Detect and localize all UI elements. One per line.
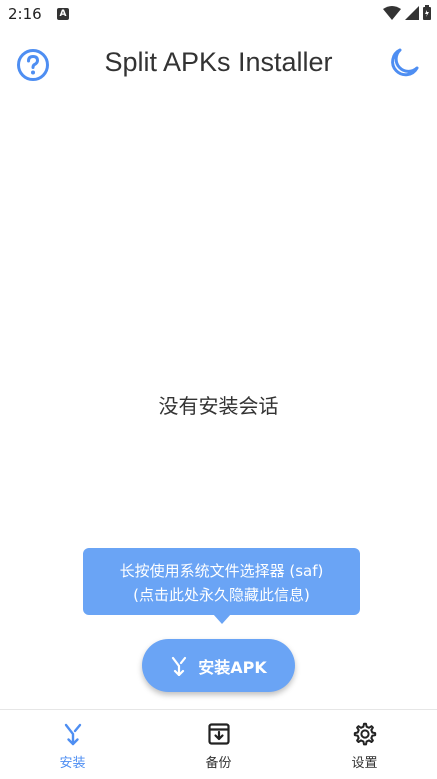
notification-icon: A: [57, 8, 69, 20]
status-time: 2:16: [8, 5, 42, 23]
bottom-nav: 安装 备份 设置: [0, 709, 437, 779]
status-bar: 2:16 A: [0, 0, 437, 30]
page-title: Split APKs Installer: [104, 47, 333, 77]
archive-icon: [207, 723, 230, 745]
app-bar: Split APKs Installer: [0, 38, 437, 90]
battery-icon: [423, 5, 431, 20]
nav-label-settings: 设置: [351, 756, 378, 771]
split-arrow-icon: [172, 656, 187, 676]
nav-label-backup: 备份: [205, 756, 232, 771]
wifi-icon: [383, 5, 401, 20]
tooltip-line-1: 长按使用系统文件选择器 (saf): [119, 562, 324, 580]
nav-label-install: 安装: [59, 756, 86, 771]
tooltip-arrow: [213, 614, 231, 624]
gear-icon: [353, 722, 376, 746]
install-apk-button[interactable]: 安装APK: [142, 639, 295, 692]
nav-item-backup[interactable]: 备份: [146, 710, 291, 779]
status-indicators: [383, 5, 431, 20]
moon-icon[interactable]: [387, 46, 421, 80]
split-arrow-icon: [64, 723, 81, 746]
saf-tooltip[interactable]: 长按使用系统文件选择器 (saf) (点击此处永久隐藏此信息): [83, 548, 360, 615]
tooltip-line-2: (点击此处永久隐藏此信息): [133, 586, 310, 604]
nav-item-settings[interactable]: 设置: [292, 710, 437, 779]
signal-icon: [405, 5, 419, 20]
nav-item-install[interactable]: 安装: [0, 710, 145, 779]
install-apk-label: 安装APK: [198, 657, 267, 677]
empty-message: 没有安装会话: [158, 394, 279, 418]
